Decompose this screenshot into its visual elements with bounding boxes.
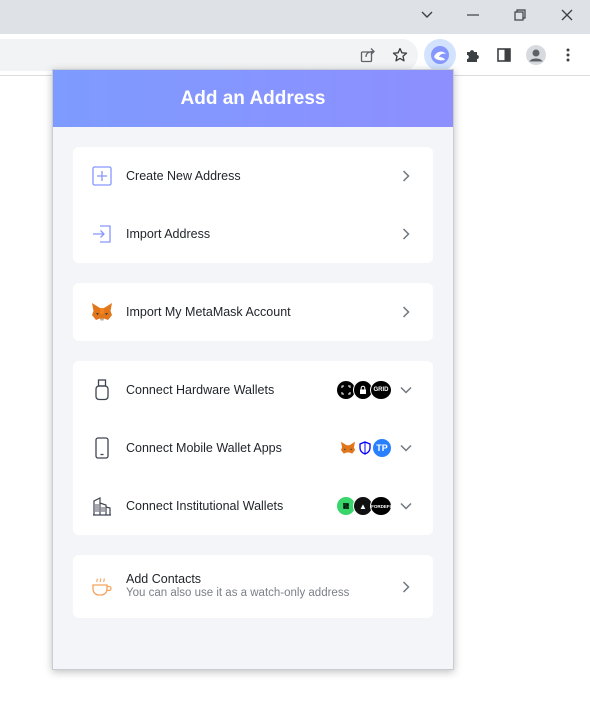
side-panel-icon bbox=[497, 48, 511, 62]
chevron-down-icon bbox=[399, 383, 413, 397]
mobile-phone-icon bbox=[91, 437, 113, 459]
connect-hardware-label: Connect Hardware Wallets bbox=[126, 383, 275, 397]
restore-icon bbox=[514, 9, 526, 21]
metamask-card: Import My MetaMask Account bbox=[73, 283, 433, 341]
avatar-icon bbox=[526, 45, 546, 65]
puzzle-icon bbox=[467, 50, 479, 62]
chevron-right-icon bbox=[399, 305, 413, 319]
institutional-logos: ▲ FORDEFI bbox=[336, 496, 392, 516]
restore-button[interactable] bbox=[497, 0, 543, 30]
connect-institutional-label: Connect Institutional Wallets bbox=[126, 499, 284, 513]
close-icon bbox=[561, 9, 573, 21]
minimize-icon bbox=[467, 14, 479, 16]
close-window-button[interactable] bbox=[544, 0, 590, 30]
mobile-logos: TP bbox=[338, 438, 392, 458]
import-metamask-row[interactable]: Import My MetaMask Account bbox=[73, 283, 433, 341]
chevron-right-icon bbox=[399, 169, 413, 183]
hardware-logos: GRID bbox=[336, 380, 392, 400]
popup-title: Add an Address bbox=[180, 87, 326, 109]
chevron-down-icon bbox=[399, 499, 413, 513]
tokenpocket-logo: TP bbox=[372, 438, 392, 458]
add-contacts-label: Add Contacts bbox=[126, 572, 202, 586]
rabby-extension-button[interactable] bbox=[424, 39, 456, 71]
profile-button[interactable] bbox=[520, 39, 552, 71]
bookmark-button[interactable] bbox=[384, 39, 416, 71]
connect-hardware-row[interactable]: Connect Hardware Wallets GRID bbox=[73, 361, 433, 419]
popup-header: Add an Address bbox=[53, 70, 453, 127]
contacts-card: Add Contacts You can also use it as a wa… bbox=[73, 555, 433, 618]
more-vert-icon bbox=[566, 48, 570, 62]
browser-titlebar bbox=[0, 0, 590, 34]
add-contacts-row[interactable]: Add Contacts You can also use it as a wa… bbox=[73, 555, 433, 618]
browser-menu-button[interactable] bbox=[552, 39, 584, 71]
connect-mobile-row[interactable]: Connect Mobile Wallet Apps TP bbox=[73, 419, 433, 477]
import-address-label: Import Address bbox=[126, 227, 211, 241]
chevron-right-icon bbox=[399, 227, 413, 241]
coffee-cup-icon bbox=[91, 576, 113, 598]
share-icon bbox=[360, 48, 375, 63]
create-new-address-row[interactable]: Create New Address bbox=[73, 147, 433, 205]
create-import-card: Create New Address Import Address bbox=[73, 147, 433, 263]
minimize-button[interactable] bbox=[450, 0, 496, 30]
extensions-button[interactable] bbox=[456, 39, 488, 71]
import-metamask-label: Import My MetaMask Account bbox=[126, 305, 291, 319]
import-address-row[interactable]: Import Address bbox=[73, 205, 433, 263]
building-icon bbox=[91, 495, 113, 517]
metamask-fox-icon bbox=[91, 301, 113, 323]
connect-wallets-card: Connect Hardware Wallets GRID Connect Mo… bbox=[73, 361, 433, 535]
add-address-popup: Add an Address Create New Address Import… bbox=[52, 69, 454, 670]
star-icon bbox=[392, 47, 408, 62]
fordefi-logo: FORDEFI bbox=[370, 496, 392, 516]
chevron-right-icon bbox=[399, 580, 413, 594]
add-contacts-sublabel: You can also use it as a watch-only addr… bbox=[126, 587, 350, 599]
connect-mobile-label: Connect Mobile Wallet Apps bbox=[126, 441, 282, 455]
rabby-icon bbox=[431, 46, 449, 64]
plus-square-icon bbox=[91, 165, 113, 187]
side-panel-button[interactable] bbox=[488, 39, 520, 71]
connect-institutional-row[interactable]: Connect Institutional Wallets ▲ FORDEFI bbox=[73, 477, 433, 535]
chevron-down-icon bbox=[421, 11, 433, 18]
gridplus-logo: GRID bbox=[370, 380, 392, 400]
usb-device-icon bbox=[91, 379, 113, 401]
import-icon bbox=[91, 223, 113, 245]
chevron-down-icon bbox=[399, 441, 413, 455]
tab-search-button[interactable] bbox=[404, 0, 450, 30]
share-button[interactable] bbox=[352, 39, 384, 71]
create-new-address-label: Create New Address bbox=[126, 169, 241, 183]
